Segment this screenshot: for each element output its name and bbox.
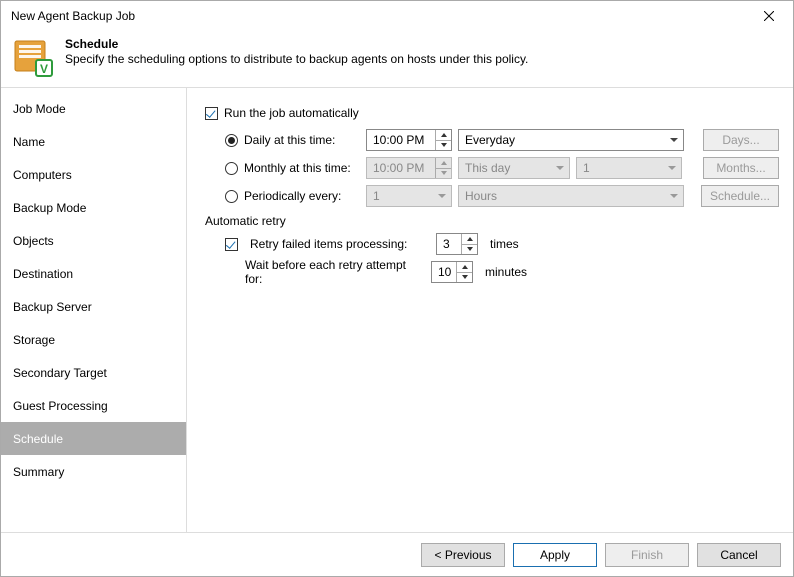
sidebar-item-secondary-target[interactable]: Secondary Target (1, 356, 186, 389)
sidebar-item-label: Schedule (13, 432, 63, 446)
svg-text:V: V (40, 62, 48, 76)
page-description: Specify the scheduling options to distri… (65, 52, 528, 66)
periodic-value: 1 (373, 189, 380, 203)
monthly-row: Monthly at this time: 10:00 PM This day … (225, 154, 779, 182)
spin-up-button[interactable] (436, 130, 451, 140)
months-button: Months... (703, 157, 779, 179)
close-icon (764, 11, 774, 21)
sidebar-item-label: Summary (13, 465, 64, 479)
monthly-which-value: This day (465, 161, 510, 175)
days-button: Days... (703, 129, 779, 151)
schedule-button: Schedule... (701, 185, 779, 207)
automatic-retry-heading: Automatic retry (205, 214, 779, 228)
sidebar-item-label: Secondary Target (13, 366, 107, 380)
sidebar-item-label: Guest Processing (13, 399, 108, 413)
sidebar-item-destination[interactable]: Destination (1, 257, 186, 290)
schedule-wizard-icon: V (11, 35, 55, 79)
sidebar-item-label: Storage (13, 333, 55, 347)
retry-times-suffix: times (490, 237, 519, 251)
retry-wait-value: 10 (438, 265, 451, 279)
sidebar-item-label: Backup Mode (13, 201, 86, 215)
dialog-window: New Agent Backup Job V Schedule Specify … (0, 0, 794, 577)
retry-wait-row: Wait before each retry attempt for: 10 m… (245, 258, 779, 286)
periodic-value-select: 1 (366, 185, 452, 207)
monthly-day-value: 1 (583, 161, 590, 175)
retry-count-input[interactable]: 3 (436, 233, 478, 255)
sidebar-item-guest-processing[interactable]: Guest Processing (1, 389, 186, 422)
retry-wait-label: Wait before each retry attempt for: (245, 258, 425, 286)
run-automatically-checkbox[interactable] (205, 107, 218, 120)
sidebar-item-label: Destination (13, 267, 73, 281)
daily-day-select[interactable]: Everyday (458, 129, 684, 151)
periodic-unit-value: Hours (465, 189, 497, 203)
sidebar-item-backup-server[interactable]: Backup Server (1, 290, 186, 323)
monthly-day-select: 1 (576, 157, 682, 179)
retry-count-value: 3 (443, 237, 450, 251)
sidebar-item-label: Objects (13, 234, 54, 248)
previous-button[interactable]: < Previous (421, 543, 505, 567)
header: V Schedule Specify the scheduling option… (1, 31, 793, 88)
sidebar-item-name[interactable]: Name (1, 125, 186, 158)
retry-failed-checkbox[interactable] (225, 238, 238, 251)
spin-up-button[interactable] (457, 262, 472, 272)
retry-failed-label: Retry failed items processing: (250, 237, 430, 251)
retry-failed-row: Retry failed items processing: 3 times (225, 230, 779, 258)
spin-up-button (436, 158, 451, 168)
window-title: New Agent Backup Job (11, 9, 751, 23)
sidebar-item-label: Computers (13, 168, 72, 182)
main-panel: Run the job automatically Daily at this … (187, 88, 793, 532)
finish-button: Finish (605, 543, 689, 567)
sidebar-item-storage[interactable]: Storage (1, 323, 186, 356)
daily-radio[interactable] (225, 134, 238, 147)
spin-down-button[interactable] (457, 272, 472, 283)
sidebar-item-schedule[interactable]: Schedule (1, 422, 186, 455)
periodic-unit-select: Hours (458, 185, 684, 207)
daily-day-value: Everyday (465, 133, 515, 147)
monthly-time-value: 10:00 PM (373, 161, 424, 175)
run-automatically-label: Run the job automatically (224, 106, 359, 120)
footer: < Previous Apply Finish Cancel (1, 532, 793, 576)
sidebar-item-job-mode[interactable]: Job Mode (1, 92, 186, 125)
retry-wait-suffix: minutes (485, 265, 527, 279)
sidebar-item-label: Job Mode (13, 102, 66, 116)
sidebar-item-label: Backup Server (13, 300, 92, 314)
sidebar-item-computers[interactable]: Computers (1, 158, 186, 191)
periodic-label: Periodically every: (244, 189, 341, 203)
monthly-radio[interactable] (225, 162, 238, 175)
periodic-row: Periodically every: 1 Hours Schedule... (225, 182, 779, 210)
sidebar-item-summary[interactable]: Summary (1, 455, 186, 488)
daily-row: Daily at this time: 10:00 PM Everyday Da… (225, 126, 779, 154)
monthly-time-input: 10:00 PM (366, 157, 452, 179)
retry-wait-input[interactable]: 10 (431, 261, 473, 283)
spin-down-button[interactable] (462, 244, 477, 255)
spin-down-button[interactable] (436, 140, 451, 151)
periodic-radio[interactable] (225, 190, 238, 203)
close-button[interactable] (751, 4, 787, 28)
page-title: Schedule (65, 37, 528, 51)
body: Job Mode Name Computers Backup Mode Obje… (1, 88, 793, 532)
daily-time-input[interactable]: 10:00 PM (366, 129, 452, 151)
daily-label: Daily at this time: (244, 133, 335, 147)
daily-time-value: 10:00 PM (373, 133, 424, 147)
wizard-steps-sidebar: Job Mode Name Computers Backup Mode Obje… (1, 88, 187, 532)
apply-button[interactable]: Apply (513, 543, 597, 567)
titlebar: New Agent Backup Job (1, 1, 793, 31)
sidebar-item-label: Name (13, 135, 45, 149)
spin-down-button (436, 168, 451, 179)
sidebar-item-backup-mode[interactable]: Backup Mode (1, 191, 186, 224)
monthly-label: Monthly at this time: (244, 161, 351, 175)
run-automatically-row: Run the job automatically (205, 100, 779, 126)
monthly-which-select: This day (458, 157, 570, 179)
sidebar-item-objects[interactable]: Objects (1, 224, 186, 257)
header-text: Schedule Specify the scheduling options … (65, 35, 528, 79)
spin-up-button[interactable] (462, 234, 477, 244)
cancel-button[interactable]: Cancel (697, 543, 781, 567)
